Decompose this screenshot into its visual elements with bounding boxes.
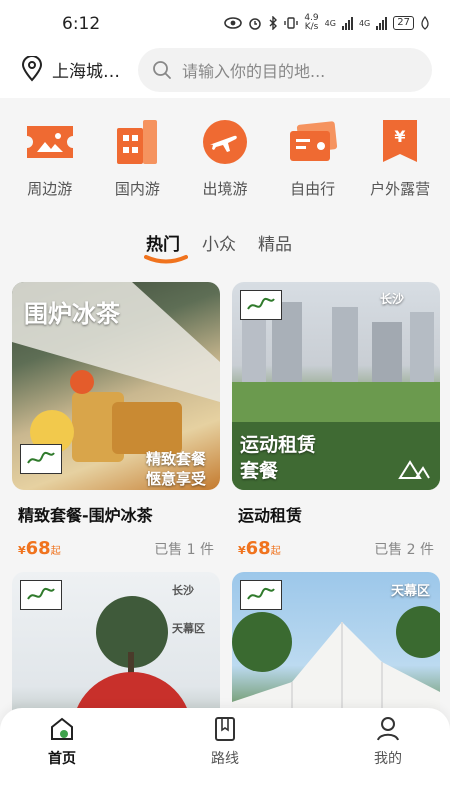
category-label: 周边游: [27, 180, 73, 198]
product-image: 长沙 运动租赁 套餐: [232, 282, 440, 490]
camp-icon: [398, 460, 430, 479]
category-row: 周边游 国内游 出境游 自由行 ¥ 户外露营: [0, 116, 450, 199]
home-icon: [51, 717, 73, 740]
brand-logo: [20, 580, 62, 610]
product-meta: ¥68起 已售 1 件: [12, 538, 220, 559]
tab-niche[interactable]: 小众: [202, 230, 236, 255]
eye-icon: [224, 17, 243, 29]
category-label: 国内游: [114, 180, 160, 198]
signal-icon: [376, 16, 388, 30]
product-card[interactable]: 围炉冰茶 精致套餐 惬意享受 精致套餐-围炉冰茶 ¥68起 已售 1 件: [12, 282, 220, 559]
city-selector[interactable]: 上海城…: [20, 56, 120, 82]
nav-home[interactable]: 首页: [32, 716, 92, 800]
tab-premium[interactable]: 精品: [258, 230, 292, 255]
svg-text:¥: ¥: [395, 127, 406, 146]
nav-profile[interactable]: 我的: [358, 716, 418, 800]
search-bar[interactable]: 请输入你的目的地...: [138, 48, 432, 92]
signal1-label: 4G: [324, 18, 336, 28]
category-label: 出境游: [202, 180, 248, 198]
card-overlay-corner: 长沙: [379, 292, 404, 306]
signal-icon: [341, 16, 353, 30]
product-image: 围炉冰茶 精致套餐 惬意享受: [12, 282, 220, 490]
route-book-icon: [215, 717, 235, 741]
status-bar: 6:12 4.9 K/s 4G 4G 27: [0, 0, 450, 46]
category-domestic[interactable]: 国内游: [96, 116, 178, 199]
profile-icon: [377, 717, 399, 741]
category-outbound[interactable]: 出境游: [184, 116, 266, 199]
card-overlay-title: 套餐: [240, 460, 279, 482]
category-free-travel[interactable]: 自由行: [272, 116, 354, 199]
bluetooth-icon: [269, 16, 278, 30]
vibrate-icon: [284, 17, 299, 29]
product-sold: 已售 2 件: [374, 542, 434, 558]
net-speed: 4.9 K/s: [304, 13, 319, 32]
search-icon: [153, 61, 171, 79]
card-overlay-title: 围炉冰茶: [24, 300, 120, 328]
tab-bar: 热门 小众 精品: [144, 230, 292, 264]
product-meta: ¥68起 已售 2 件: [232, 538, 440, 559]
product-price: ¥68起: [18, 538, 61, 559]
nav-label: 路线: [211, 751, 239, 767]
card-overlay-caption: 惬意享受: [146, 470, 207, 488]
product-price: ¥68起: [238, 538, 281, 559]
card-overlay-title: 运动租赁: [240, 434, 317, 456]
nav-label: 我的: [374, 751, 402, 767]
card-overlay-sub: 天幕区: [172, 622, 205, 635]
tag-icon: ¥: [374, 116, 426, 168]
category-label: 户外露营: [370, 180, 431, 198]
card-overlay-caption: 精致套餐: [146, 450, 207, 468]
status-time: 6:12: [62, 14, 101, 34]
bottom-nav: 首页 路线 我的: [0, 708, 450, 800]
status-icons: 4.9 K/s 4G 4G 27: [224, 14, 430, 32]
ticket-icon: [24, 116, 76, 168]
product-card[interactable]: 长沙 运动租赁 套餐 运动租赁 ¥68起 已售 2 件: [232, 282, 440, 559]
header: 上海城… 请输入你的目的地...: [0, 46, 450, 98]
product-title: 精致套餐-围炉冰茶: [18, 506, 153, 525]
product-sold: 已售 1 件: [154, 542, 214, 558]
tab-popular[interactable]: 热门: [144, 230, 188, 264]
category-camping[interactable]: ¥ 户外露营: [359, 116, 441, 199]
tab-underline: [144, 255, 188, 264]
search-placeholder: 请输入你的目的地...: [182, 62, 326, 81]
plane-icon: [199, 116, 251, 168]
brand-logo: [240, 580, 282, 610]
tab-label: 热门: [146, 235, 180, 255]
card-icon: [287, 116, 339, 168]
nav-label: 首页: [48, 751, 76, 767]
category-label: 自由行: [290, 180, 336, 198]
alarm-icon: [249, 18, 262, 30]
brand-logo: [20, 444, 62, 474]
city-label: 上海城…: [52, 61, 120, 82]
location-pin-icon: [21, 56, 43, 82]
battery-icon: 27: [393, 16, 414, 30]
card-overlay-corner: 天幕区: [390, 584, 430, 599]
category-nearby[interactable]: 周边游: [9, 116, 91, 199]
product-title: 运动租赁: [238, 506, 303, 525]
building-icon: [111, 116, 163, 168]
signal2-label: 4G: [358, 18, 371, 28]
leaf-icon: [421, 16, 429, 30]
nav-route[interactable]: 路线: [195, 716, 255, 800]
brand-logo: [240, 290, 282, 320]
card-overlay-corner: 长沙: [172, 584, 194, 597]
